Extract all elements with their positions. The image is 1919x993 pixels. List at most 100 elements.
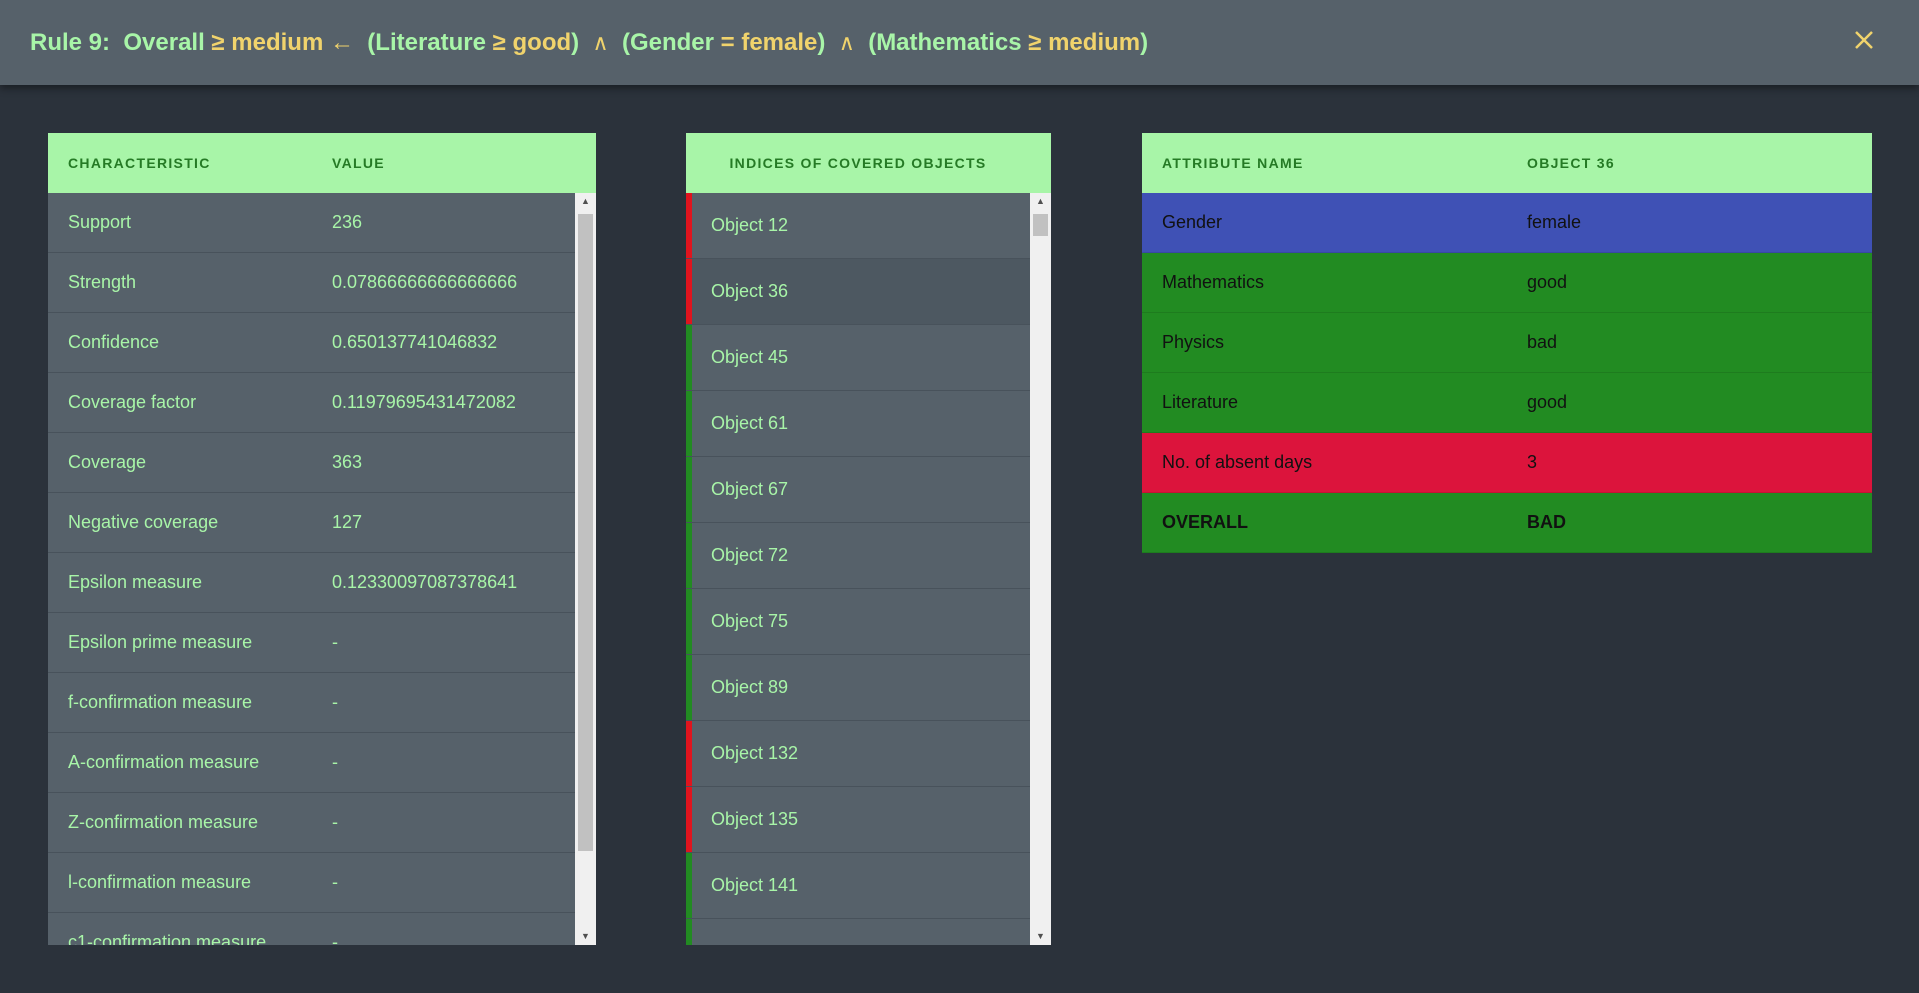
- characteristic-value: -: [332, 812, 338, 832]
- characteristic-value: 236: [332, 212, 363, 232]
- condition-2-attribute: Gender: [629, 28, 714, 56]
- characteristic-name: Coverage factor: [68, 392, 197, 412]
- attribute-row: Gender female: [1142, 193, 1872, 253]
- attribute-name: Mathematics: [1162, 272, 1265, 292]
- covered-object-item[interactable]: Object 12: [686, 193, 1030, 259]
- scrollbar-thumb[interactable]: [1033, 214, 1048, 236]
- covered-object-label: Object 141: [711, 875, 799, 895]
- attribute-value: good: [1527, 392, 1568, 412]
- covered-object-item[interactable]: Object 36: [686, 259, 1030, 325]
- column-header-attribute-name: ATTRIBUTE NAME: [1162, 155, 1304, 171]
- characteristic-row: c1-confirmation measure -: [48, 913, 575, 945]
- scroll-down-arrow-icon[interactable]: ▼: [575, 928, 596, 945]
- scrollbar-thumb[interactable]: [578, 214, 593, 851]
- covered-object-label: Object 89: [711, 677, 789, 697]
- characteristic-name: f-confirmation measure: [68, 692, 253, 712]
- characteristic-row: Strength 0.07866666666666666: [48, 253, 575, 313]
- object-attributes-header: ATTRIBUTE NAME OBJECT 36: [1142, 133, 1872, 193]
- covered-object-item[interactable]: Object 135: [686, 787, 1030, 853]
- attribute-value: bad: [1527, 512, 1566, 532]
- covered-object-label: Object 45: [711, 347, 789, 367]
- condition-3-operator: ≥: [1028, 28, 1042, 56]
- characteristics-table-header: CHARACTERISTIC VALUE: [48, 133, 596, 193]
- condition-1-operator: ≥: [492, 28, 506, 56]
- covered-object-item[interactable]: Object 141: [686, 853, 1030, 919]
- object-status-indicator: [686, 853, 692, 918]
- condition-2-value: female: [741, 28, 818, 56]
- covered-object-item[interactable]: Object 72: [686, 523, 1030, 589]
- characteristic-value: -: [332, 692, 338, 712]
- characteristic-row: Epsilon measure 0.12330097087378641: [48, 553, 575, 613]
- characteristic-value: 0.11979695431472082: [332, 392, 516, 412]
- characteristic-name: Strength: [68, 272, 137, 292]
- covered-object-item[interactable]: Object 89: [686, 655, 1030, 721]
- attribute-row: Mathematics good: [1142, 253, 1872, 313]
- characteristic-row: Confidence 0.650137741046832: [48, 313, 575, 373]
- characteristic-row: Coverage factor 0.11979695431472082: [48, 373, 575, 433]
- object-status-indicator: [686, 391, 692, 456]
- covered-object-label: Object 135: [711, 809, 799, 829]
- condition-1-value: good: [512, 28, 572, 56]
- and-symbol: ∧: [838, 29, 855, 55]
- attribute-name: Literature: [1162, 392, 1239, 412]
- object-status-indicator: [686, 193, 692, 258]
- attribute-value: 3: [1527, 452, 1538, 472]
- column-header-object: OBJECT 36: [1527, 155, 1615, 171]
- object-attributes-table: ATTRIBUTE NAME OBJECT 36 Gender female Mat…: [1142, 133, 1872, 553]
- covered-object-item[interactable]: Object 67: [686, 457, 1030, 523]
- object-status-indicator: [686, 919, 692, 945]
- attribute-name: Gender: [1162, 212, 1223, 232]
- characteristic-value: -: [332, 872, 338, 892]
- and-symbol: ∧: [592, 29, 609, 55]
- covered-object-label: Object 72: [711, 545, 789, 565]
- object-status-indicator: [686, 655, 692, 720]
- characteristic-name: Epsilon prime measure: [68, 632, 253, 652]
- object-status-indicator: [686, 325, 692, 390]
- attribute-name: No. of absent days: [1162, 452, 1313, 472]
- covered-object-item[interactable]: [686, 919, 1030, 945]
- decision-value: medium: [231, 28, 324, 56]
- characteristic-value: 0.07866666666666666: [332, 272, 518, 292]
- attribute-name: Physics: [1162, 332, 1225, 352]
- characteristic-row: Coverage 363: [48, 433, 575, 493]
- covered-object-label: Object 36: [711, 281, 789, 301]
- characteristic-name: Epsilon measure: [68, 572, 203, 592]
- decision-operator: ≥: [211, 28, 225, 56]
- close-icon: [1855, 31, 1873, 49]
- characteristic-row: l-confirmation measure -: [48, 853, 575, 913]
- covered-object-label: Object 132: [711, 743, 799, 763]
- object-status-indicator: [686, 457, 692, 522]
- covered-object-item[interactable]: Object 132: [686, 721, 1030, 787]
- attribute-value: good: [1527, 272, 1568, 292]
- characteristic-value: 363: [332, 452, 363, 472]
- covered-object-label: Object 61: [711, 413, 789, 433]
- scroll-up-arrow-icon[interactable]: ▲: [1030, 193, 1051, 210]
- object-status-indicator: [686, 589, 692, 654]
- characteristics-scrollbar[interactable]: ▲ ▼: [575, 193, 596, 945]
- covered-object-item[interactable]: Object 61: [686, 391, 1030, 457]
- close-button[interactable]: [1849, 25, 1879, 55]
- characteristic-name: Negative coverage: [68, 512, 219, 532]
- covered-object-item[interactable]: Object 45: [686, 325, 1030, 391]
- attribute-row: Literature good: [1142, 373, 1872, 433]
- characteristic-name: Support: [68, 212, 132, 232]
- covered-objects-list: INDICES OF COVERED OBJECTS Object 12 Obje…: [686, 133, 1051, 945]
- scroll-up-arrow-icon[interactable]: ▲: [575, 193, 596, 210]
- characteristic-row: Z-confirmation measure -: [48, 793, 575, 853]
- condition-3-value: medium: [1048, 28, 1141, 56]
- rule-label: Rule 9:: [30, 28, 111, 56]
- characteristic-value: -: [332, 632, 338, 652]
- characteristics-table: CHARACTERISTIC VALUE Support 236 Strength 0…: [48, 133, 596, 945]
- characteristic-value: 127: [332, 512, 363, 532]
- characteristic-name: Z-confirmation measure: [68, 812, 259, 832]
- scroll-down-arrow-icon[interactable]: ▼: [1030, 928, 1051, 945]
- object-status-indicator: [686, 523, 692, 588]
- covered-object-item[interactable]: Object 75: [686, 589, 1030, 655]
- characteristic-row: Negative coverage 127: [48, 493, 575, 553]
- characteristic-value: -: [332, 752, 338, 772]
- characteristic-name: Coverage: [68, 452, 147, 472]
- rule-title: Rule 9: Overall ≥ medium ← (Literature ≥…: [30, 28, 1149, 56]
- condition-3-attribute: Mathematics: [876, 28, 1022, 56]
- covered-objects-title: INDICES OF COVERED OBJECTS: [729, 155, 987, 171]
- covered-objects-scrollbar[interactable]: ▲ ▼: [1030, 193, 1051, 945]
